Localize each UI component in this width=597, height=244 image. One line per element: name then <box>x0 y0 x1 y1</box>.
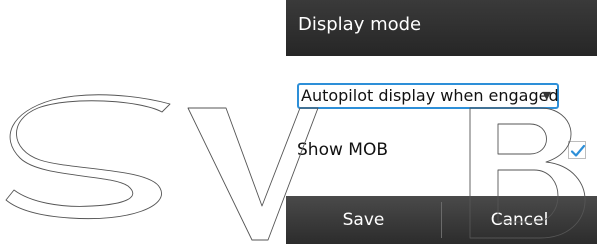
display-mode-dialog: Display mode Autopilot display when enga… <box>286 0 597 244</box>
dialog-buttonbar: Save Cancel <box>286 196 597 244</box>
save-button[interactable]: Save <box>286 196 441 244</box>
display-mode-dropdown[interactable]: Autopilot display when engaged ▼ <box>297 83 559 109</box>
dialog-title: Display mode <box>298 14 422 35</box>
show-mob-label: Show MOB <box>297 140 388 160</box>
dialog-titlebar: Display mode <box>286 0 597 56</box>
dropdown-selected-value: Autopilot display when engaged <box>301 86 559 105</box>
dialog-body: Autopilot display when engaged ▼ Show MO… <box>286 56 597 196</box>
watermark-letter-s <box>5 94 171 220</box>
checkmark-icon <box>570 144 586 157</box>
caret-down-icon: ▼ <box>542 89 551 102</box>
cancel-button[interactable]: Cancel <box>442 196 597 244</box>
show-mob-checkbox[interactable] <box>568 141 586 159</box>
